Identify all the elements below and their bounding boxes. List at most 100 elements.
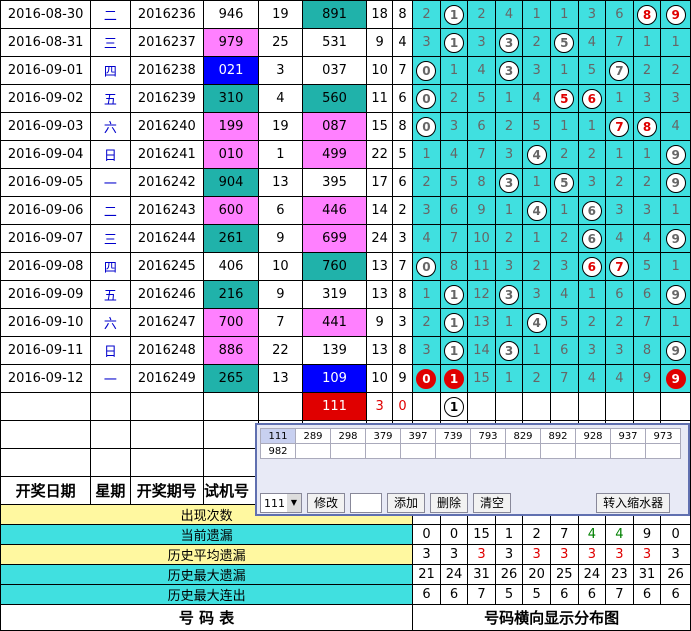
delete-button[interactable]: 删除: [430, 493, 469, 513]
hit-marker: 9: [665, 284, 686, 305]
sum-value: 9: [366, 308, 393, 337]
dist-cell: 1: [522, 0, 551, 29]
hit-marker: 5: [554, 88, 575, 109]
candidate-cell[interactable]: [330, 443, 366, 459]
hit-marker: 0: [416, 368, 437, 389]
stat-value: 3: [467, 544, 496, 565]
hit-marker: 4: [526, 200, 547, 221]
dist-cell: 1: [494, 84, 524, 113]
dist-cell: 4: [632, 224, 662, 253]
clear-button[interactable]: 清空: [473, 493, 512, 513]
candidate-cell[interactable]: [470, 443, 506, 459]
dist-cell: 3: [494, 336, 524, 365]
dist-cell: 1: [494, 196, 524, 225]
dist-cell: [577, 392, 607, 421]
candidate-cell[interactable]: 379: [365, 428, 401, 444]
dist-cell: 1: [439, 336, 469, 365]
empty-cell: [202, 392, 260, 421]
candidate-cell[interactable]: 397: [400, 428, 436, 444]
dist-cell: 4: [577, 364, 607, 393]
dist-cell: 2: [522, 252, 551, 281]
dist-cell: 3: [549, 252, 579, 281]
candidate-cell[interactable]: 298: [330, 428, 366, 444]
candidate-cell[interactable]: [295, 443, 331, 459]
candidate-cell[interactable]: [610, 443, 646, 459]
span-value: 6: [391, 168, 414, 197]
issue-number: 2016236: [129, 0, 204, 29]
candidate-cell[interactable]: [435, 443, 471, 459]
issue-number: 2016244: [129, 224, 204, 253]
hit-marker: 4: [526, 144, 547, 165]
dist-cell: 1: [439, 56, 469, 85]
header-week: 星期: [90, 476, 131, 505]
candidate-cell[interactable]: 928: [575, 428, 611, 444]
dist-cell: 7: [632, 308, 662, 337]
candidate-cell[interactable]: 739: [435, 428, 471, 444]
trial-number: 499: [301, 140, 368, 169]
stat-value: 3: [549, 544, 579, 565]
dist-cell: 9: [660, 224, 691, 253]
trial-number: 109: [301, 364, 368, 393]
dist-cell: 2: [439, 84, 469, 113]
draw-number: 216: [202, 280, 260, 309]
stat-value: 0: [660, 524, 691, 545]
header-date: 开奖日期: [0, 476, 92, 505]
trial-number: 891: [301, 0, 368, 29]
candidate-cell[interactable]: [505, 443, 541, 459]
candidate-cell[interactable]: [645, 443, 681, 459]
candidate-cell[interactable]: [365, 443, 401, 459]
dropdown-arrow-icon[interactable]: ▼: [287, 494, 301, 512]
draw-number: 265: [202, 364, 260, 393]
number-value: 19: [258, 0, 303, 29]
number-select[interactable]: 111 ▼: [260, 493, 302, 513]
dist-cell: 1: [660, 252, 691, 281]
dist-cell: 7: [605, 112, 634, 141]
candidate-cell[interactable]: 111: [260, 428, 296, 444]
candidate-cell[interactable]: [575, 443, 611, 459]
shrink-button[interactable]: 转入缩水器: [596, 493, 671, 513]
stat-value: 15: [467, 524, 496, 545]
dist-cell: 7: [549, 364, 579, 393]
sum-value: 10: [366, 364, 393, 393]
sum-value: 11: [366, 84, 393, 113]
candidate-cell[interactable]: 793: [470, 428, 506, 444]
dist-cell: 2: [412, 0, 441, 29]
hit-marker: 5: [554, 32, 575, 53]
trial-row: 111 3 0 1: [0, 392, 691, 421]
table-row: 2016-09-10 六 2016247 700 7 441 9 3 2 1 13 1 4 5 2 2 7 1: [0, 308, 691, 337]
number-input[interactable]: [350, 493, 383, 513]
trial-number: 441: [301, 308, 368, 337]
dist-cell: 10: [467, 224, 496, 253]
candidate-cell[interactable]: 829: [505, 428, 541, 444]
dist-cell: 4: [412, 224, 441, 253]
draw-number: 010: [202, 140, 260, 169]
issue-number: 2016245: [129, 252, 204, 281]
dist-cell: 0: [412, 252, 441, 281]
candidate-cell[interactable]: 982: [260, 443, 296, 459]
dist-cell: 1: [660, 308, 691, 337]
stat-value: 26: [494, 564, 524, 585]
hit-marker: 3: [499, 60, 520, 81]
empty-cell: [129, 448, 204, 477]
candidate-cell[interactable]: 892: [540, 428, 576, 444]
candidate-cell[interactable]: 289: [295, 428, 331, 444]
dist-cell: 15: [467, 364, 496, 393]
candidate-cell[interactable]: [400, 443, 436, 459]
candidate-cell[interactable]: [540, 443, 576, 459]
number-value: 25: [258, 28, 303, 57]
weekday: 一: [90, 168, 131, 197]
add-button[interactable]: 添加: [387, 493, 426, 513]
dist-cell: 1: [549, 112, 579, 141]
modify-button[interactable]: 修改: [307, 493, 346, 513]
stat-value: 24: [577, 564, 607, 585]
candidate-cell[interactable]: 973: [645, 428, 681, 444]
dist-cell: [467, 392, 496, 421]
hit-marker: 0: [416, 88, 437, 109]
candidate-cell[interactable]: 937: [610, 428, 646, 444]
number-value: 9: [258, 224, 303, 253]
dist-cell: 2: [577, 140, 607, 169]
dist-cell: 3: [494, 56, 524, 85]
dist-cell: 3: [522, 280, 551, 309]
hit-marker: 1: [444, 368, 465, 389]
dist-cell: 1: [605, 140, 634, 169]
